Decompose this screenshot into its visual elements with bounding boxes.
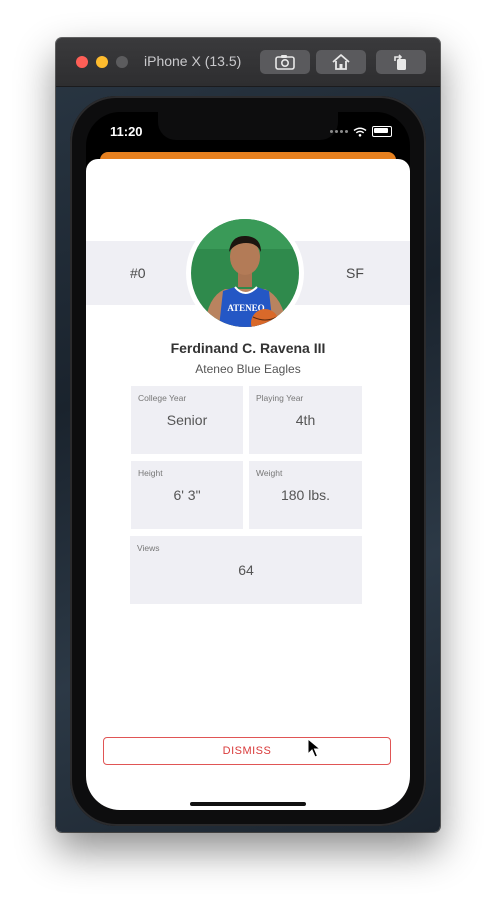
height-label: Height	[138, 468, 163, 478]
close-window-button[interactable]	[76, 56, 88, 68]
playing-year-value: 4th	[295, 412, 316, 428]
wifi-icon	[353, 127, 367, 137]
screenshot-button[interactable]	[260, 50, 310, 74]
battery-icon	[372, 126, 392, 137]
player-detail-sheet: #0 SF ATENEO Ferdinand C. Ravena III Ate…	[86, 159, 410, 810]
mouse-cursor-icon	[307, 738, 321, 758]
height-value: 6' 3"	[173, 487, 201, 503]
playing-year-card: Playing Year 4th	[249, 386, 362, 454]
player-position: SF	[346, 265, 364, 281]
player-avatar: ATENEO	[191, 219, 299, 327]
dismiss-button[interactable]: DISMISS	[103, 737, 391, 765]
iphone-frame: 11:20 #0 SF ATENEO Ferdinand C. Ravena I…	[70, 96, 426, 826]
home-icon	[332, 54, 350, 70]
avatar-ring: ATENEO	[186, 214, 304, 332]
views-value: 64	[238, 562, 254, 578]
minimize-window-button[interactable]	[96, 56, 108, 68]
simulator-window: iPhone X (13.5) 11:20 #0 SF ATENEO Ferdi…	[56, 38, 440, 832]
playing-year-label: Playing Year	[256, 393, 304, 403]
weight-label: Weight	[256, 468, 283, 478]
zoom-window-button[interactable]	[116, 56, 128, 68]
player-team: Ateneo Blue Eagles	[195, 362, 301, 376]
views-label: Views	[137, 543, 160, 553]
window-title: iPhone X (13.5)	[144, 53, 242, 69]
notch	[158, 112, 338, 140]
college-year-label: College Year	[138, 393, 187, 403]
screenshot-icon	[275, 55, 295, 70]
college-year-value: Senior	[166, 412, 208, 428]
rotate-icon	[394, 54, 406, 70]
signal-icon	[330, 130, 348, 133]
home-button[interactable]	[316, 50, 366, 74]
weight-value: 180 lbs.	[280, 487, 331, 503]
player-number: #0	[130, 265, 146, 281]
height-card: Height 6' 3"	[131, 461, 243, 529]
status-icons	[330, 126, 392, 137]
iphone-screen: 11:20 #0 SF ATENEO Ferdinand C. Ravena I…	[86, 112, 410, 810]
player-name: Ferdinand C. Ravena III	[170, 340, 326, 356]
views-card: Views 64	[130, 536, 362, 604]
weight-card: Weight 180 lbs.	[249, 461, 362, 529]
simulator-titlebar: iPhone X (13.5)	[56, 38, 440, 87]
college-year-card: College Year Senior	[131, 386, 243, 454]
home-indicator	[190, 802, 306, 806]
status-time: 11:20	[110, 124, 143, 139]
rotate-button[interactable]	[376, 50, 426, 74]
